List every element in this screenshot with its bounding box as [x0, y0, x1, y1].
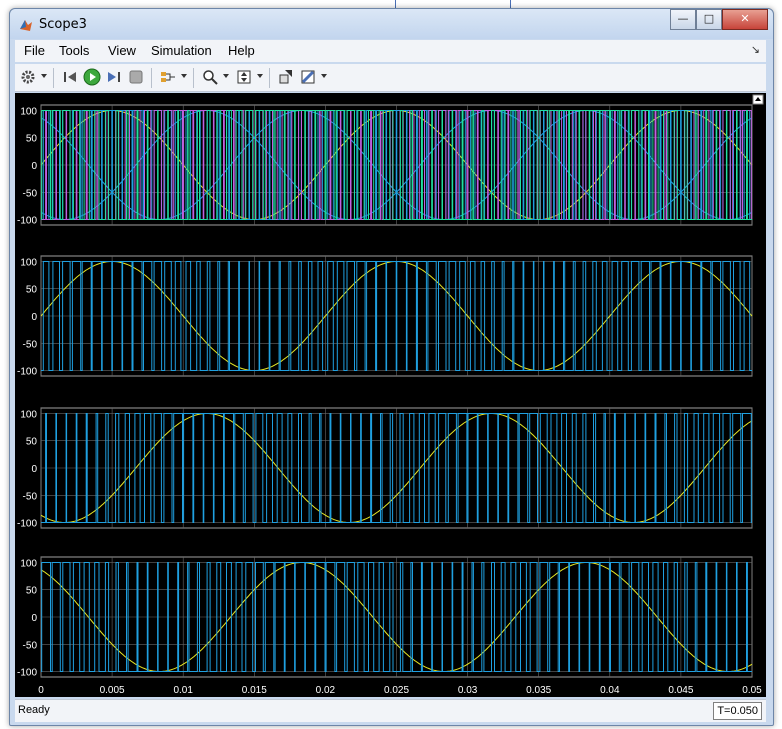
status-bar: Ready T=0.050	[15, 699, 766, 722]
y-tick-label: 0	[31, 312, 37, 323]
step-back-icon[interactable]	[61, 68, 79, 86]
x-tick-label: 0.03	[458, 685, 478, 696]
x-tick-label: 0.005	[100, 685, 125, 696]
y-tick-label: -50	[23, 188, 38, 199]
y-tick-label: -100	[17, 668, 37, 679]
x-tick-label: 0.035	[526, 685, 551, 696]
menu-tools[interactable]: Tools	[59, 43, 89, 58]
gear-dropdown-arrow[interactable]	[41, 74, 47, 78]
y-tick-label: -50	[23, 339, 38, 350]
matlab-logo-icon	[20, 20, 32, 31]
y-tick-label: -100	[17, 216, 37, 227]
menu-help[interactable]: Help	[228, 43, 255, 58]
y-tick-label: 100	[20, 558, 37, 569]
gear-icon[interactable]	[19, 68, 37, 86]
scale-axes-icon[interactable]	[235, 68, 253, 86]
zoom-dropdown-arrow[interactable]	[223, 74, 229, 78]
x-tick-label: 0.02	[316, 685, 336, 696]
y-tick-label: -100	[17, 519, 37, 530]
run-icon[interactable]	[83, 68, 101, 86]
simulation-time: T=0.050	[713, 702, 762, 720]
signal-selector-dropdown-arrow[interactable]	[181, 74, 187, 78]
y-tick-label: 50	[26, 437, 38, 448]
x-tick-label: 0.05	[742, 685, 762, 696]
y-tick-label: 100	[20, 106, 37, 117]
toolbar-separator	[269, 68, 270, 88]
style-icon[interactable]	[299, 68, 317, 86]
close-button[interactable]: ✕	[722, 9, 768, 30]
dock-pin-icon[interactable]: ↘	[751, 43, 760, 56]
menu-view[interactable]: View	[108, 43, 136, 58]
scope-plots: 100 50 0 -50 -100 100 50 0 -50 -100 100 50 0 -50 -100 1…	[17, 94, 764, 696]
y-tick-label: -50	[23, 491, 38, 502]
y-tick-label: 100	[20, 257, 37, 268]
y-tick-label: 0	[31, 464, 37, 475]
status-text: Ready	[18, 704, 50, 716]
zoom-icon[interactable]	[201, 68, 219, 86]
minimize-button[interactable]: —	[670, 9, 696, 30]
x-tick-label: 0.015	[242, 685, 267, 696]
menu-file[interactable]: File	[24, 43, 45, 58]
scope-display[interactable]: 100 50 0 -50 -100 100 50 0 -50 -100 100 50 0 -50 -100 1…	[15, 93, 766, 697]
x-tick-label: 0.045	[668, 685, 693, 696]
x-tick-label: 0	[38, 685, 44, 696]
maximize-button[interactable]: □	[696, 9, 722, 30]
menu-simulation[interactable]: Simulation	[151, 43, 212, 58]
y-tick-label: 50	[26, 285, 38, 296]
highlight-block-icon[interactable]	[277, 68, 295, 86]
toolbar	[15, 64, 766, 92]
window-title: Scope3	[39, 17, 87, 32]
x-tick-label: 0.025	[384, 685, 409, 696]
y-tick-label: 0	[31, 161, 37, 172]
step-forward-icon[interactable]	[105, 68, 123, 86]
background-window-edge	[510, 0, 511, 8]
y-tick-label: 50	[26, 134, 38, 145]
background-window-edge	[395, 0, 396, 8]
y-tick-label: -100	[17, 367, 37, 378]
signal-selector-icon[interactable]	[159, 68, 177, 86]
scope-window: Scope3 — □ ✕ File Tools View Simulation …	[9, 8, 774, 726]
toolbar-separator	[151, 68, 152, 88]
x-tick-label: 0.01	[173, 685, 193, 696]
menu-bar: File Tools View Simulation Help ↘	[15, 40, 766, 62]
y-tick-label: -50	[23, 640, 38, 651]
toolbar-separator	[193, 68, 194, 88]
x-tick-label: 0.04	[600, 685, 620, 696]
y-tick-label: 50	[26, 586, 38, 597]
stop-icon[interactable]	[127, 68, 145, 86]
title-bar[interactable]: Scope3 — □ ✕	[10, 9, 773, 39]
style-dropdown-arrow[interactable]	[321, 74, 327, 78]
undock-legend-icon[interactable]	[752, 94, 764, 105]
toolbar-separator	[53, 68, 54, 88]
y-tick-label: 100	[20, 409, 37, 420]
scale-dropdown-arrow[interactable]	[257, 74, 263, 78]
y-tick-label: 0	[31, 613, 37, 624]
